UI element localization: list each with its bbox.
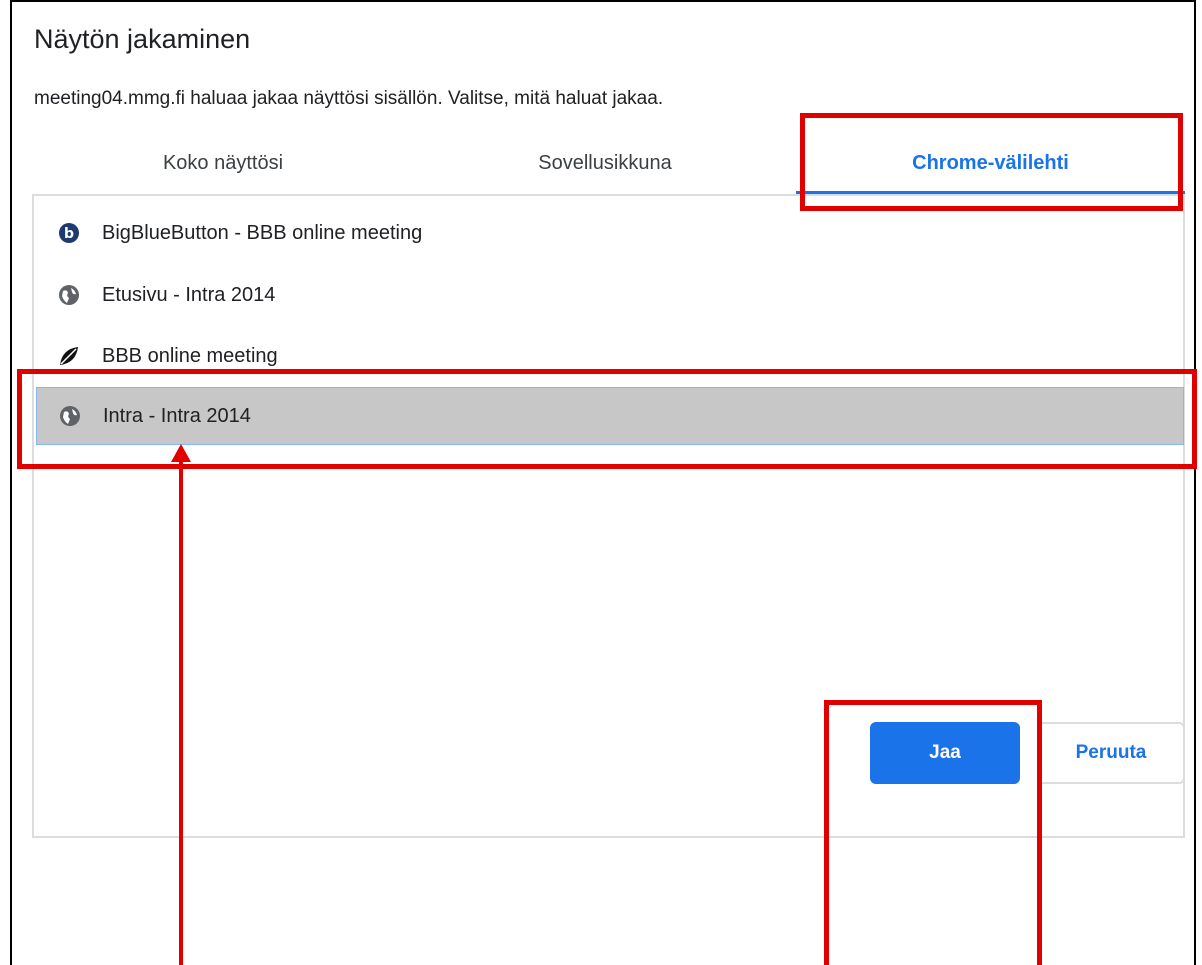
tab-application-window[interactable]: Sovellusikkuna: [414, 134, 796, 192]
list-item[interactable]: BBB online meeting: [36, 327, 1184, 385]
tab-entire-screen[interactable]: Koko näyttösi: [32, 134, 414, 192]
dialog-subtitle: meeting04.mmg.fi haluaa jakaa näyttösi s…: [34, 88, 664, 109]
list-item[interactable]: b BigBlueButton - BBB online meeting: [36, 204, 1184, 262]
list-item[interactable]: Etusivu - Intra 2014: [36, 266, 1184, 324]
annotation-arrow-line: [179, 454, 183, 965]
list-item-selected[interactable]: Intra - Intra 2014: [36, 387, 1184, 445]
list-item-label: BigBlueButton - BBB online meeting: [102, 221, 423, 244]
globe-icon: [59, 405, 81, 427]
share-button[interactable]: Jaa: [870, 722, 1020, 784]
globe-icon: [58, 284, 80, 306]
bigbluebutton-icon: b: [58, 222, 80, 244]
share-screen-dialog: Näytön jakaminen meeting04.mmg.fi haluaa…: [10, 0, 1196, 965]
svg-text:b: b: [64, 226, 74, 242]
cancel-button[interactable]: Peruuta: [1037, 722, 1185, 784]
list-item-label: BBB online meeting: [102, 344, 278, 367]
leaf-icon: [58, 345, 80, 367]
annotation-arrow-head: [171, 444, 191, 462]
list-item-label: Etusivu - Intra 2014: [102, 283, 276, 306]
tab-chrome-tab[interactable]: Chrome-välilehti: [796, 134, 1185, 194]
tab-bar: Koko näyttösi Sovellusikkuna Chrome-väli…: [32, 134, 1185, 196]
list-item-label: Intra - Intra 2014: [103, 404, 251, 427]
dialog-title: Näytön jakaminen: [34, 24, 251, 54]
